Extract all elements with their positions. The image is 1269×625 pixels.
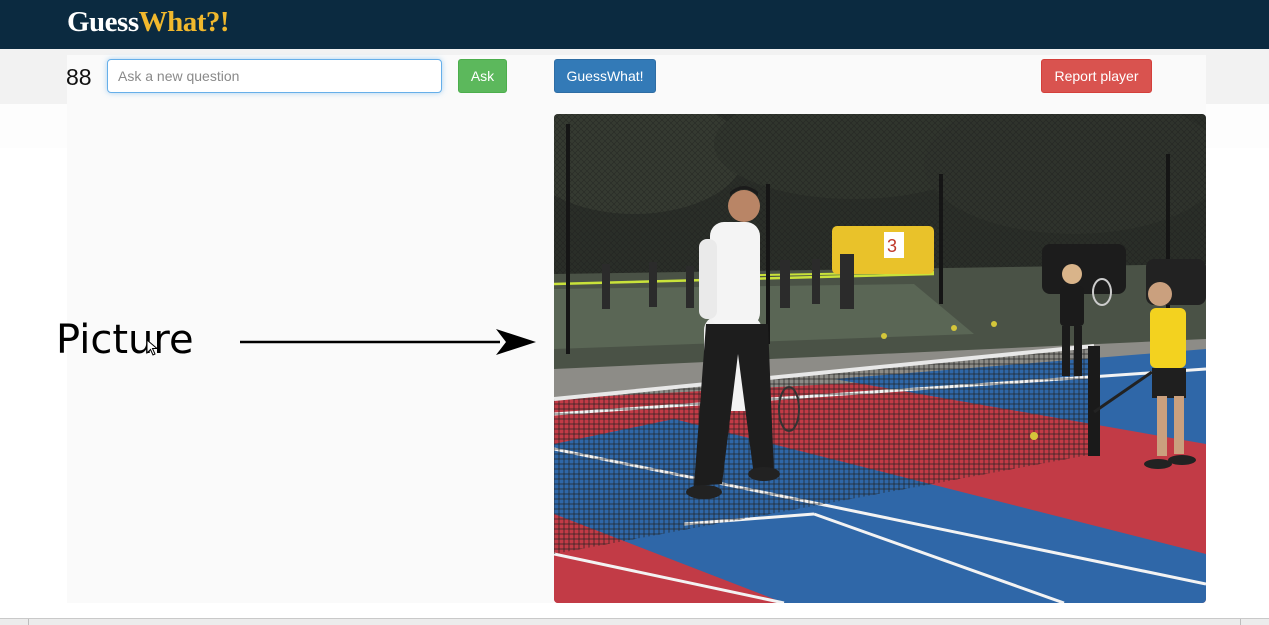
- picture-annotation-label: Picture: [56, 317, 194, 363]
- footer-divider: [28, 619, 29, 625]
- brand-logo[interactable]: GuessWhat?!: [67, 5, 230, 39]
- ask-button[interactable]: Ask: [458, 59, 507, 93]
- mouse-cursor-icon: [146, 339, 159, 356]
- svg-text:3: 3: [887, 236, 897, 256]
- question-counter: 88: [66, 64, 92, 90]
- question-input[interactable]: [107, 59, 442, 93]
- brand-part-what: What?!: [138, 6, 230, 38]
- annotation-arrow-icon: [240, 329, 536, 355]
- guesswhat-button[interactable]: GuessWhat!: [554, 59, 656, 93]
- tennis-court-photo: 3: [554, 114, 1206, 603]
- brand-part-guess: Guess: [67, 6, 139, 38]
- top-navbar: GuessWhat?!: [0, 0, 1269, 49]
- report-player-button[interactable]: Report player: [1041, 59, 1152, 93]
- game-image[interactable]: 3: [554, 114, 1206, 603]
- footer-divider: [1240, 619, 1241, 625]
